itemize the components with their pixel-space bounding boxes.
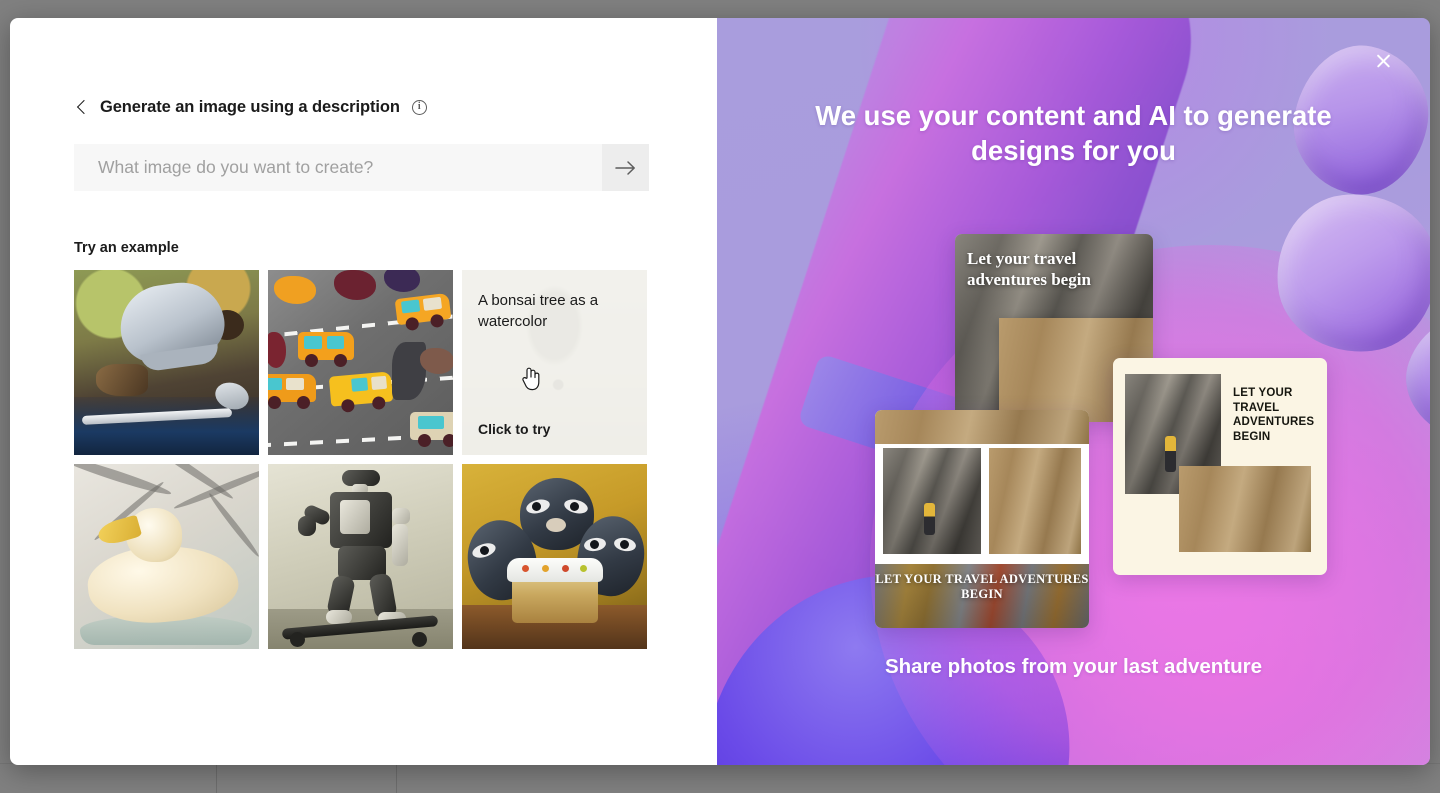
example-thumbnail xyxy=(462,464,647,649)
promo-title: We use your content and AI to generate d… xyxy=(815,100,1332,166)
design-card-travel-collage: LET YOUR TRAVEL ADVENTURES BEGIN xyxy=(875,410,1089,628)
card-headline: Let your travel adventures begin xyxy=(967,249,1091,289)
design-card-travel-cream: LET YOUR TRAVEL ADVENTURES BEGIN xyxy=(1113,358,1327,575)
example-tile-carved-duck[interactable] xyxy=(74,464,259,649)
pointer-cursor-icon xyxy=(522,367,540,391)
dialog-header: Generate an image using a description i xyxy=(74,98,427,117)
submit-prompt-button[interactable] xyxy=(602,144,649,191)
card-photo-bottom xyxy=(1179,466,1311,552)
example-click-to-try-label: Click to try xyxy=(478,421,551,437)
generate-image-dialog: Generate an image using a description i … xyxy=(10,18,1430,765)
examples-label: Try an example xyxy=(74,240,179,256)
card-photo-right xyxy=(989,448,1081,554)
card-photo-left xyxy=(883,448,981,554)
prompt-row xyxy=(74,144,649,191)
back-chevron-icon[interactable] xyxy=(74,100,90,116)
backdrop-seam xyxy=(216,763,217,793)
example-tile-raccoons-cake[interactable] xyxy=(462,464,647,649)
example-thumbnail xyxy=(268,270,453,455)
left-pane: Generate an image using a description i … xyxy=(10,18,717,765)
info-icon[interactable]: i xyxy=(411,100,427,115)
right-pane: We use your content and AI to generate d… xyxy=(717,18,1430,765)
prompt-input[interactable] xyxy=(74,144,602,191)
example-thumbnail xyxy=(268,464,453,649)
arrow-right-icon xyxy=(614,160,635,175)
promo-caption: Share photos from your last adventure xyxy=(884,655,1263,678)
example-prompt-text: A bonsai tree as a watercolor xyxy=(478,292,599,330)
card-headline: LET YOUR TRAVEL ADVENTURES BEGIN xyxy=(1233,387,1315,443)
example-thumbnail xyxy=(74,464,259,649)
example-tile-felt-toy-cars[interactable] xyxy=(268,270,453,455)
card-headline: LET YOUR TRAVEL ADVENTURES BEGIN xyxy=(875,572,1089,601)
card-photo-top xyxy=(875,410,1089,444)
close-icon[interactable] xyxy=(1366,44,1400,78)
example-thumbnail xyxy=(74,270,259,455)
example-tile-bear-motorcycle[interactable] xyxy=(74,270,259,455)
page-title: Generate an image using a description xyxy=(100,98,400,116)
example-tile-robot-skateboard[interactable] xyxy=(268,464,453,649)
examples-grid: A bonsai tree as a watercolor Click to t… xyxy=(74,270,652,649)
example-tile-bonsai-watercolor[interactable]: A bonsai tree as a watercolor Click to t… xyxy=(462,270,647,455)
